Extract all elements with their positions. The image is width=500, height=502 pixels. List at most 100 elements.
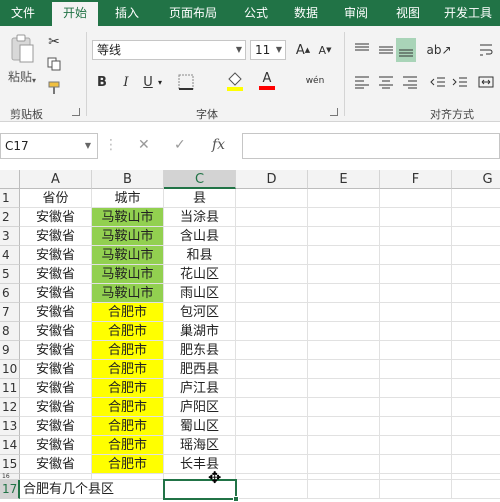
borders-icon[interactable] bbox=[174, 72, 198, 92]
increase-indent-icon[interactable] bbox=[450, 72, 470, 92]
align-right-icon[interactable] bbox=[400, 72, 420, 92]
empty-cell[interactable] bbox=[308, 455, 380, 474]
column-header-e[interactable]: E bbox=[308, 170, 380, 189]
row-header-5[interactable]: 5 bbox=[0, 265, 20, 284]
row-header-17[interactable]: 17 bbox=[0, 480, 20, 499]
empty-cell[interactable] bbox=[380, 208, 452, 227]
insert-function-icon[interactable]: fx bbox=[212, 137, 225, 153]
table-cell[interactable]: 马鞍山市 bbox=[92, 284, 164, 303]
empty-cell[interactable] bbox=[380, 480, 452, 499]
empty-cell[interactable] bbox=[380, 341, 452, 360]
column-header-b[interactable]: B bbox=[92, 170, 164, 189]
empty-cell[interactable] bbox=[380, 284, 452, 303]
empty-cell[interactable] bbox=[308, 189, 380, 208]
empty-cell[interactable] bbox=[452, 246, 500, 265]
table-cell[interactable]: 合肥市 bbox=[92, 322, 164, 341]
merge-center-icon[interactable] bbox=[476, 72, 496, 92]
table-cell[interactable]: 肥东县 bbox=[164, 341, 236, 360]
table-cell[interactable]: 马鞍山市 bbox=[92, 227, 164, 246]
empty-cell[interactable] bbox=[236, 246, 308, 265]
empty-cell[interactable] bbox=[380, 398, 452, 417]
empty-cell[interactable] bbox=[236, 189, 308, 208]
align-center-icon[interactable] bbox=[376, 72, 396, 92]
empty-cell[interactable] bbox=[452, 480, 500, 499]
empty-cell[interactable] bbox=[380, 322, 452, 341]
row-header-12[interactable]: 12 bbox=[0, 398, 20, 417]
table-cell[interactable]: 安徽省 bbox=[20, 398, 92, 417]
empty-cell[interactable] bbox=[452, 208, 500, 227]
font-name-select[interactable]: 等线 ▼ bbox=[92, 40, 246, 60]
table-cell[interactable]: 合肥市 bbox=[92, 379, 164, 398]
cancel-icon[interactable]: ✕ bbox=[138, 137, 150, 153]
empty-cell[interactable] bbox=[380, 265, 452, 284]
row-header-10[interactable]: 10 bbox=[0, 360, 20, 379]
table-cell[interactable]: 安徽省 bbox=[20, 284, 92, 303]
align-middle-icon[interactable] bbox=[376, 40, 396, 60]
paste-button[interactable] bbox=[6, 32, 38, 66]
format-painter-icon[interactable] bbox=[44, 78, 64, 98]
empty-cell[interactable] bbox=[308, 227, 380, 246]
table-cell[interactable]: 合肥市 bbox=[92, 436, 164, 455]
table-cell[interactable]: 花山区 bbox=[164, 265, 236, 284]
formula-input[interactable] bbox=[242, 133, 500, 159]
empty-cell[interactable] bbox=[380, 455, 452, 474]
empty-cell[interactable] bbox=[236, 303, 308, 322]
cut-icon[interactable]: ✂ bbox=[44, 32, 64, 52]
empty-cell[interactable] bbox=[452, 379, 500, 398]
table-cell[interactable]: 长丰县 bbox=[164, 455, 236, 474]
fill-color-icon[interactable] bbox=[224, 70, 246, 92]
table-cell[interactable]: 马鞍山市 bbox=[92, 208, 164, 227]
fill-handle[interactable] bbox=[233, 496, 239, 502]
table-cell[interactable]: 合肥市 bbox=[92, 360, 164, 379]
empty-cell[interactable] bbox=[308, 284, 380, 303]
empty-cell[interactable] bbox=[452, 303, 500, 322]
font-size-select[interactable]: 11 ▼ bbox=[250, 40, 286, 60]
row-header-1[interactable]: 1 bbox=[0, 189, 20, 208]
table-cell[interactable]: 雨山区 bbox=[164, 284, 236, 303]
empty-cell[interactable] bbox=[380, 360, 452, 379]
row-header-4[interactable]: 4 bbox=[0, 246, 20, 265]
enter-check-icon[interactable]: ✓ bbox=[174, 137, 186, 153]
row-header-15[interactable]: 15 bbox=[0, 455, 20, 474]
decrease-indent-icon[interactable] bbox=[428, 72, 448, 92]
tab-home[interactable]: 开始 bbox=[52, 2, 98, 26]
table-cell[interactable]: 合肥市 bbox=[92, 303, 164, 322]
row-header-13[interactable]: 13 bbox=[0, 417, 20, 436]
select-all-corner[interactable] bbox=[0, 170, 20, 189]
empty-cell[interactable] bbox=[380, 303, 452, 322]
empty-cell[interactable] bbox=[236, 284, 308, 303]
empty-cell[interactable] bbox=[308, 360, 380, 379]
chevron-down-icon[interactable]: ▾ bbox=[158, 78, 162, 87]
table-cell[interactable]: 安徽省 bbox=[20, 436, 92, 455]
tab-view[interactable]: 视图 bbox=[386, 0, 430, 26]
empty-cell[interactable] bbox=[452, 360, 500, 379]
tab-file[interactable]: 文件 bbox=[0, 0, 46, 26]
empty-cell[interactable] bbox=[380, 436, 452, 455]
empty-cell[interactable] bbox=[308, 341, 380, 360]
column-header-g[interactable]: G bbox=[452, 170, 500, 189]
spreadsheet-grid[interactable]: A B C D E F G 1 2 3 4 5 6 7 8 9 10 11 12 13 14 15 16 17 省份 城市县安徽省… bbox=[0, 170, 500, 502]
table-cell[interactable]: 当涂县 bbox=[164, 208, 236, 227]
column-header-c[interactable]: C bbox=[164, 170, 236, 189]
table-cell[interactable]: 合肥市 bbox=[92, 398, 164, 417]
table-cell[interactable]: 安徽省 bbox=[20, 246, 92, 265]
table-cell[interactable]: 蜀山区 bbox=[164, 417, 236, 436]
column-header-f[interactable]: F bbox=[380, 170, 452, 189]
empty-cell[interactable] bbox=[308, 480, 380, 499]
copy-icon[interactable] bbox=[44, 54, 64, 74]
table-cell[interactable]: 瑶海区 bbox=[164, 436, 236, 455]
empty-cell[interactable] bbox=[236, 436, 308, 455]
table-cell[interactable]: 安徽省 bbox=[20, 227, 92, 246]
align-left-icon[interactable] bbox=[352, 72, 372, 92]
empty-cell[interactable] bbox=[380, 379, 452, 398]
table-cell[interactable]: 安徽省 bbox=[20, 322, 92, 341]
empty-cell[interactable] bbox=[308, 322, 380, 341]
table-cell[interactable]: 安徽省 bbox=[20, 379, 92, 398]
row-header-8[interactable]: 8 bbox=[0, 322, 20, 341]
tab-data[interactable]: 数据 bbox=[284, 0, 328, 26]
table-cell[interactable]: 庐江县 bbox=[164, 379, 236, 398]
row-header-2[interactable]: 2 bbox=[0, 208, 20, 227]
tab-page-layout[interactable]: 页面布局 bbox=[158, 0, 228, 26]
column-header-a[interactable]: A bbox=[20, 170, 92, 189]
row-header-14[interactable]: 14 bbox=[0, 436, 20, 455]
